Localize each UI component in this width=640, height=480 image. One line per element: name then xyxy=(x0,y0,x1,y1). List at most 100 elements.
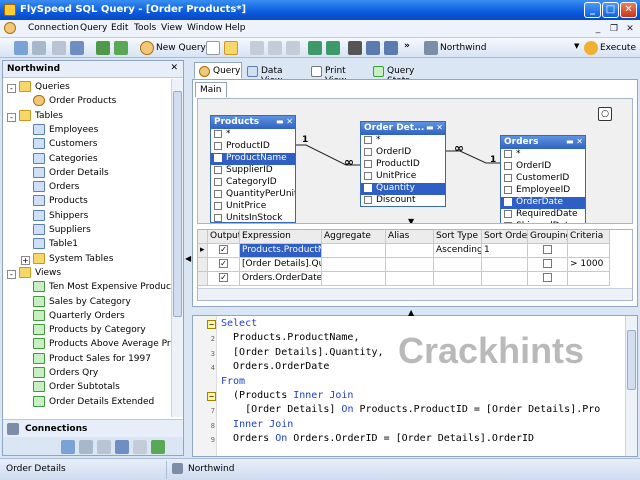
field-checkbox[interactable] xyxy=(214,165,222,174)
tree-node-queries[interactable]: Queries xyxy=(19,81,70,95)
grid-cell-criteria[interactable]: > 1000 xyxy=(568,258,610,272)
tree-node-suppliers[interactable]: Suppliers xyxy=(33,224,91,238)
scroll-down-icon[interactable]: ▼ xyxy=(408,217,414,223)
grid-cell-aggregate[interactable] xyxy=(322,258,386,272)
tree-node-order-subtotals[interactable]: Order Subtotals xyxy=(33,381,120,395)
menu-edit[interactable]: Edit xyxy=(111,23,128,33)
connection-selector[interactable]: Northwind xyxy=(440,43,486,53)
properties-icon[interactable] xyxy=(70,41,84,55)
output-checkbox[interactable]: ✓ xyxy=(219,245,228,254)
find-icon[interactable] xyxy=(348,41,362,55)
menu-tools[interactable]: Tools xyxy=(134,23,156,33)
code-line[interactable]: Orders On Orders.OrderID = [Order Detail… xyxy=(221,433,534,444)
table-field[interactable]: ✓ OrderDate xyxy=(501,197,585,209)
table-field[interactable]: SupplierID xyxy=(211,165,295,177)
table-field[interactable]: CustomerID xyxy=(501,173,585,185)
menu-query[interactable]: Query xyxy=(80,23,107,33)
grid-cell-aggregate[interactable] xyxy=(322,272,386,286)
cut-icon[interactable] xyxy=(250,41,264,55)
field-checkbox[interactable]: ✓ xyxy=(364,183,372,192)
table-header[interactable]: Products ▬ ✕ xyxy=(211,116,295,129)
table-orders[interactable]: Orders ▬ ✕ * OrderID CustomerID EmployeeID ✓ Or… xyxy=(500,135,586,223)
connections-panel-header[interactable]: Connections xyxy=(3,419,183,437)
mdi-minimize-button[interactable]: _ xyxy=(592,23,604,35)
field-checkbox[interactable] xyxy=(214,141,222,150)
grid-column-header[interactable]: Expression xyxy=(240,230,322,244)
paste-icon[interactable] xyxy=(286,41,300,55)
new-query-button[interactable]: New Query xyxy=(156,43,206,53)
tree-node-sales-by-category[interactable]: Sales by Category xyxy=(33,295,131,310)
zoom-icon[interactable]: ○ xyxy=(598,107,612,121)
close-icon[interactable]: ✕ xyxy=(170,63,178,73)
code-line[interactable]: Inner Join xyxy=(221,419,293,430)
table-order-details[interactable]: Order Det... ▬ ✕ * OrderID ProductID UnitPric… xyxy=(360,121,446,207)
field-checkbox[interactable] xyxy=(214,213,222,222)
menu-help[interactable]: Help xyxy=(225,23,246,33)
reload-icon[interactable] xyxy=(114,41,128,55)
document-icon[interactable] xyxy=(4,22,16,34)
collapse-arrow-icon[interactable]: ◀ xyxy=(185,254,191,263)
code-line[interactable]: [Order Details].Quantity, xyxy=(221,347,384,358)
field-checkbox[interactable] xyxy=(364,171,372,180)
table-field[interactable]: RequiredDate xyxy=(501,209,585,221)
minimize-button[interactable]: _ xyxy=(584,2,601,18)
table-field[interactable]: CategoryID xyxy=(211,177,295,189)
subtab-main[interactable]: Main xyxy=(195,82,227,97)
tree-node-product-sales-for-1997[interactable]: Product Sales for 1997 xyxy=(33,352,151,367)
new-file-icon[interactable] xyxy=(206,41,220,55)
field-checkbox[interactable] xyxy=(504,173,512,182)
scrollbar-thumb[interactable] xyxy=(627,330,636,390)
tree-node-orders-qry[interactable]: Orders Qry xyxy=(33,367,98,381)
tree-node-employees[interactable]: Employees xyxy=(33,123,98,138)
grid-cell-sort-order[interactable] xyxy=(482,272,528,286)
tree-node-shippers[interactable]: Shippers xyxy=(33,209,88,224)
tree-expander[interactable]: - xyxy=(7,269,16,279)
table-field[interactable]: UnitsInStock xyxy=(211,213,295,222)
grid-cell-grouping[interactable] xyxy=(528,258,568,272)
code-line[interactable]: Products.ProductName, xyxy=(221,332,359,343)
code-line[interactable]: From xyxy=(221,376,245,387)
tree-node-order-details-extended[interactable]: Order Details Extended xyxy=(33,395,154,407)
table-field[interactable]: ✓ Quantity xyxy=(361,183,445,195)
code-line[interactable]: Orders.OrderDate xyxy=(221,361,329,372)
table-field[interactable]: UnitPrice xyxy=(211,201,295,213)
field-checkbox[interactable] xyxy=(364,135,372,144)
tree-node-products-by-category[interactable]: Products by Category xyxy=(33,324,146,338)
table-field[interactable]: ProductID xyxy=(361,159,445,171)
tree-node-categories[interactable]: Categories xyxy=(33,152,98,167)
grid-cell-grouping[interactable] xyxy=(528,272,568,286)
folder-icon[interactable] xyxy=(133,440,147,454)
fold-toggle-icon[interactable]: − xyxy=(207,320,216,329)
replace-icon[interactable] xyxy=(384,41,398,55)
chevron-down-icon[interactable]: ▼ xyxy=(574,42,579,50)
grid-cell-sort-type[interactable] xyxy=(434,272,482,286)
copy-icon[interactable] xyxy=(268,41,282,55)
grouping-checkbox[interactable] xyxy=(543,259,552,268)
tree-node-quarterly-orders[interactable]: Quarterly Orders xyxy=(33,309,125,324)
grid-column-header[interactable]: Sort Order xyxy=(482,230,528,244)
add-connection-icon[interactable] xyxy=(61,440,75,454)
code-line[interactable]: [Order Details] On Products.ProductID = … xyxy=(221,404,600,415)
table-field[interactable]: ProductID xyxy=(211,141,295,153)
tab-data-view[interactable]: Data View xyxy=(242,62,306,86)
grouping-checkbox[interactable] xyxy=(543,245,552,254)
table-window-buttons[interactable]: ▬ ✕ xyxy=(426,123,443,132)
tree-expander[interactable]: - xyxy=(7,84,16,93)
field-checkbox[interactable]: ✓ xyxy=(504,197,512,206)
table-products[interactable]: Products ▬ ✕ * ProductID ✓ ProductName Supplie… xyxy=(210,115,296,223)
menu-window[interactable]: Window xyxy=(187,23,223,33)
splitter-arrow-icon[interactable]: ▲ xyxy=(408,308,414,317)
field-checkbox[interactable] xyxy=(504,209,512,218)
grid-cell-sort-order[interactable] xyxy=(482,258,528,272)
output-checkbox[interactable]: ✓ xyxy=(219,273,228,282)
connect-icon[interactable] xyxy=(14,41,28,55)
field-checkbox[interactable] xyxy=(214,189,222,198)
field-checkbox[interactable] xyxy=(364,159,372,168)
field-checkbox[interactable]: ✓ xyxy=(214,153,222,162)
grid-cell-alias[interactable] xyxy=(386,272,434,286)
open-folder-icon[interactable] xyxy=(224,41,238,55)
grid-column-header[interactable]: Sort Type xyxy=(434,230,482,244)
tab-print-view[interactable]: Print View xyxy=(306,62,368,86)
tree-expander[interactable]: + xyxy=(21,255,30,265)
tree-node-tables[interactable]: Tables xyxy=(19,109,63,124)
